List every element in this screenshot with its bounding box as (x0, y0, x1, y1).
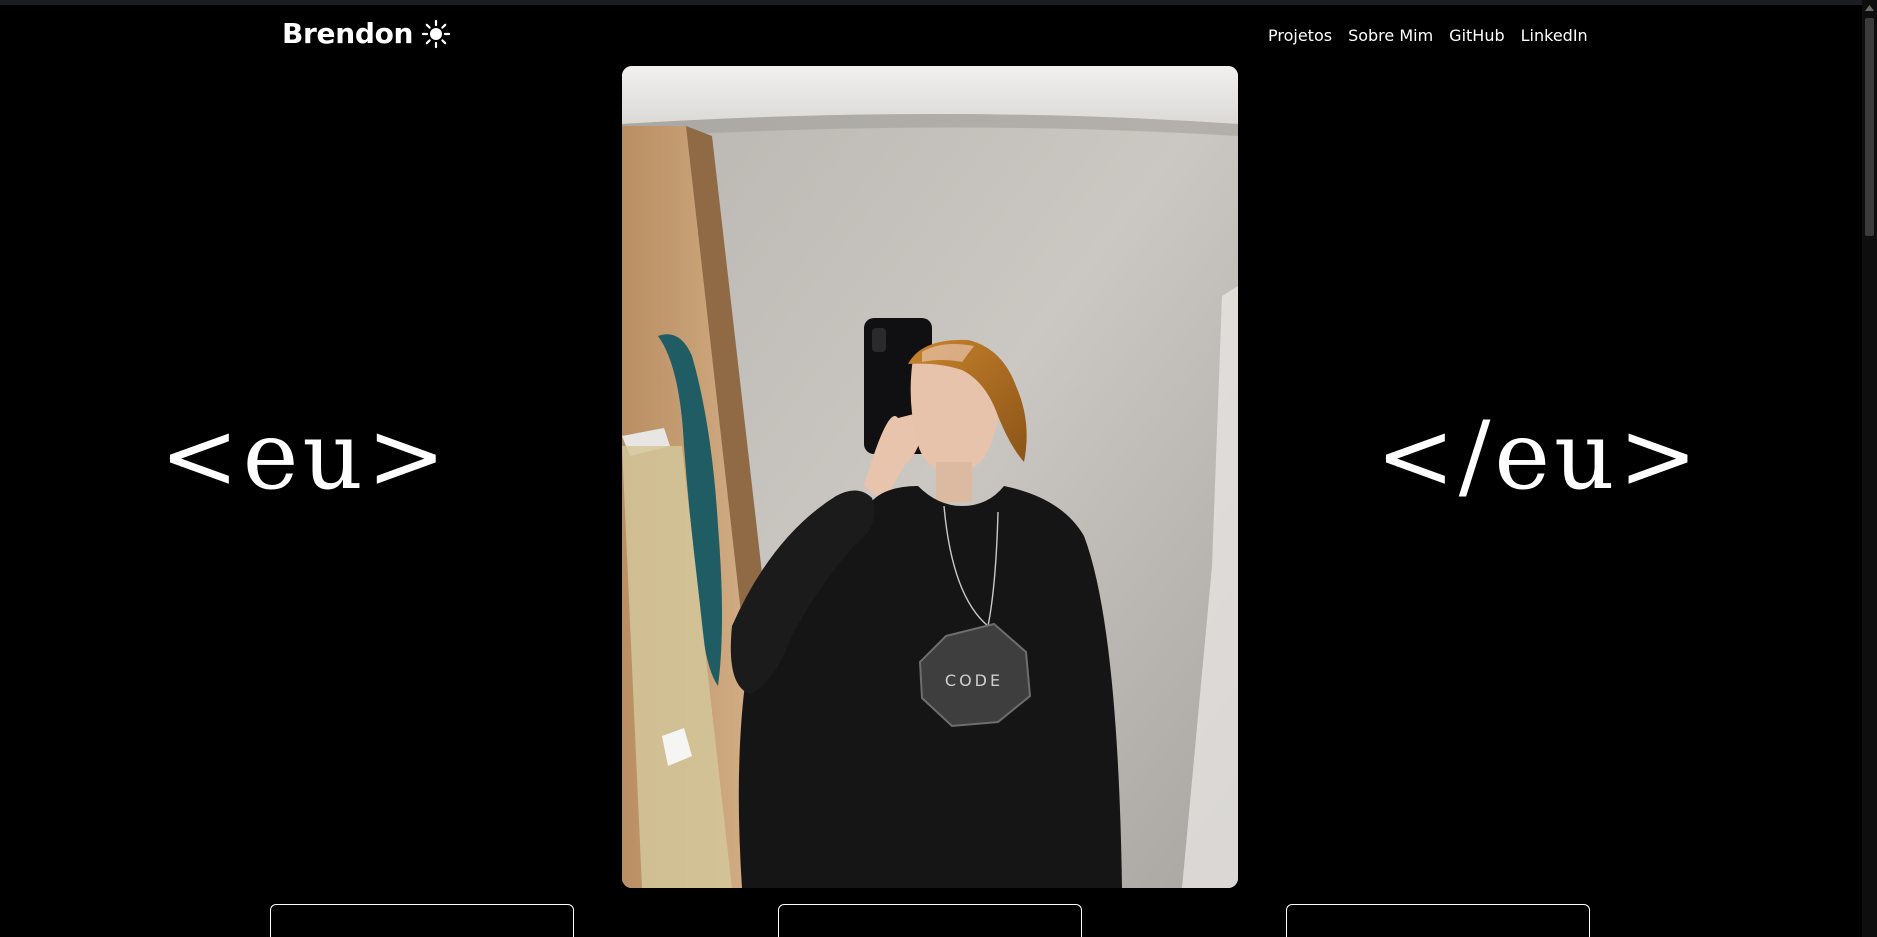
nav-link-github[interactable]: GitHub (1449, 26, 1504, 45)
profile-photo-illustration: CODE (622, 66, 1238, 888)
svg-text:CODE: CODE (945, 671, 1003, 690)
open-tag-text: <eu> (160, 402, 450, 511)
page-scrollbar[interactable] (1862, 0, 1877, 937)
nav-link-sobre-mim[interactable]: Sobre Mim (1348, 26, 1433, 45)
brand[interactable]: Brendon (282, 19, 451, 49)
navbar: Brendon Projetos Sobre Mim GitHub Linked… (0, 5, 1862, 67)
project-card[interactable] (778, 904, 1082, 937)
nav-link-projetos[interactable]: Projetos (1268, 26, 1332, 45)
close-tag-text: </eu> (1376, 402, 1702, 511)
project-card[interactable] (1286, 904, 1590, 937)
nav-links: Projetos Sobre Mim GitHub LinkedIn (1268, 26, 1862, 45)
scrollbar-thumb[interactable] (1865, 18, 1874, 236)
scroll-up-arrow-icon[interactable] (1865, 5, 1874, 11)
profile-photo: CODE (622, 66, 1238, 888)
sun-icon[interactable] (421, 19, 451, 49)
brand-name: Brendon (282, 17, 414, 50)
project-card[interactable] (270, 904, 574, 937)
nav-link-linkedin[interactable]: LinkedIn (1521, 26, 1588, 45)
